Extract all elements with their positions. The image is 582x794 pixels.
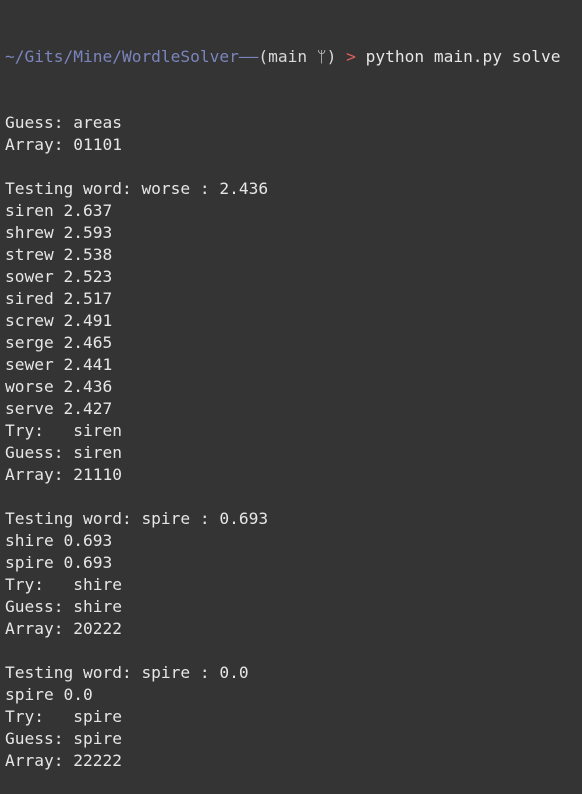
output-line: Guess: spire <box>5 729 122 748</box>
output-line: strew 2.538 <box>5 245 113 264</box>
output-line: spire 0.0 <box>5 685 93 704</box>
git-branch-icon: ᛘ <box>316 47 327 66</box>
prompt-arrow-icon: > <box>336 47 366 66</box>
output-line: Testing word: spire : 0.0 <box>5 663 249 682</box>
prompt-branch-close: ) <box>326 47 337 66</box>
output-line: Array: 21110 <box>5 465 122 484</box>
terminal-window[interactable]: ~/Gits/Mine/WordleSolver——(main ᛘ) > pyt… <box>0 0 582 770</box>
output-line: Array: 22222 <box>5 751 122 770</box>
output-line: worse 2.436 <box>5 377 113 396</box>
output-line: Try: siren <box>5 421 122 440</box>
output-line: sower 2.523 <box>5 267 113 286</box>
prompt-command: python main.py solve <box>365 47 561 66</box>
output-line: Guess: siren <box>5 443 122 462</box>
prompt-branch-open: (main <box>258 47 317 66</box>
output-line: serve 2.427 <box>5 399 113 418</box>
output-line: serge 2.465 <box>5 333 113 352</box>
output-line: Try: shire <box>5 575 122 594</box>
output-line: spire 0.693 <box>5 553 113 572</box>
prompt-path: ~/Gits/Mine/WordleSolver <box>5 47 239 66</box>
output-line: Guess: shire <box>5 597 122 616</box>
output-line: Guess: areas <box>5 113 122 132</box>
output-line: Array: 01101 <box>5 135 122 154</box>
output-line: screw 2.491 <box>5 311 113 330</box>
output-line: siren 2.637 <box>5 201 113 220</box>
output-line: Try: spire <box>5 707 122 726</box>
output-line: shrew 2.593 <box>5 223 113 242</box>
prompt-connector: —— <box>238 47 259 66</box>
output-line: shire 0.693 <box>5 531 113 550</box>
output-line: Testing word: spire : 0.693 <box>5 509 269 528</box>
terminal-output: Guess: areas Array: 01101 Testing word: wo… <box>5 112 582 772</box>
output-line: sewer 2.441 <box>5 355 113 374</box>
output-line: Array: 20222 <box>5 619 122 638</box>
output-line: sired 2.517 <box>5 289 113 308</box>
output-line: Testing word: worse : 2.436 <box>5 179 269 198</box>
prompt-line: ~/Gits/Mine/WordleSolver——(main ᛘ) > pyt… <box>5 46 582 68</box>
